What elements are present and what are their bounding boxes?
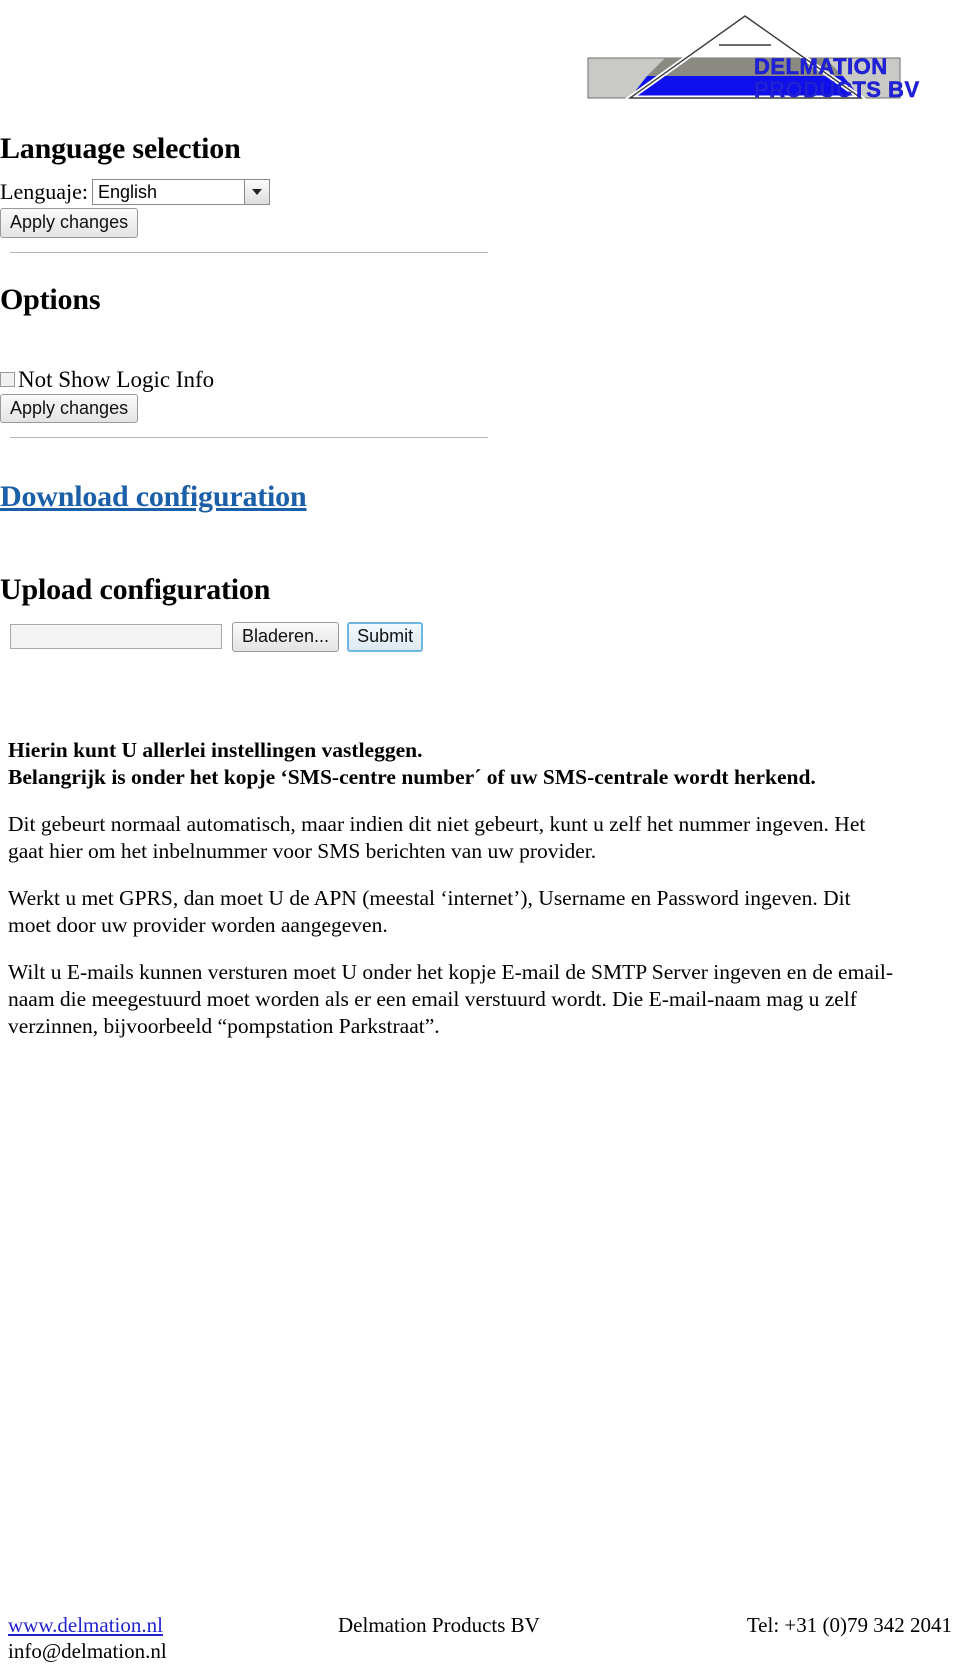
not-show-logic-info-row[interactable]: Not Show Logic Info xyxy=(0,368,520,391)
device-web-interface: Language selection Lenguaje: English App… xyxy=(0,132,520,652)
options-section: Options Not Show Logic Info Apply change… xyxy=(0,282,520,423)
footer-contact-block: www.delmation.nl info@delmation.nl xyxy=(8,1612,338,1664)
language-selection-heading: Language selection xyxy=(0,132,241,165)
apply-changes-language-button[interactable]: Apply changes xyxy=(0,208,139,238)
language-selection-section: Language selection Lenguaje: English App… xyxy=(0,132,520,238)
paragraph-1-line-1: Hierin kunt U allerlei instellingen vast… xyxy=(8,738,423,762)
not-show-logic-info-checkbox[interactable] xyxy=(0,371,15,387)
paragraph-1-line-2: Belangrijk is onder het kopje ‘SMS-centr… xyxy=(8,765,816,789)
options-apply-row: Apply changes xyxy=(0,391,520,423)
paragraph-4: Wilt u E-mails kunnen versturen moet U o… xyxy=(8,960,893,1038)
logo-company-line-2: PRODUCTS BV xyxy=(754,77,920,102)
paragraph-2: Dit gebeurt normaal automatisch, maar in… xyxy=(8,812,866,863)
footer-email-text: info@delmation.nl xyxy=(8,1639,167,1663)
logo-wordmark: DELMATION PRODUCTS BV xyxy=(754,54,920,102)
apply-changes-options-button[interactable]: Apply changes xyxy=(0,393,139,423)
upload-configuration-heading: Upload configuration xyxy=(0,573,271,606)
instructions-body: Hierin kunt U allerlei instellingen vast… xyxy=(8,737,898,1060)
section-divider-1 xyxy=(10,251,488,253)
language-field-label: Lenguaje: xyxy=(0,179,88,204)
submit-upload-button[interactable]: Submit xyxy=(347,622,424,652)
language-field-row: Lenguaje: English xyxy=(0,179,520,205)
language-select[interactable]: English xyxy=(91,179,270,205)
upload-configuration-section: Upload configuration Bladeren... Submit xyxy=(0,573,520,652)
chevron-down-icon[interactable] xyxy=(243,180,269,204)
logo-company-line-1: DELMATION xyxy=(754,54,888,79)
download-configuration-link[interactable]: Download configuration xyxy=(0,480,307,513)
not-show-logic-info-label: Not Show Logic Info xyxy=(18,366,215,392)
upload-file-row: Bladeren... Submit xyxy=(10,622,520,652)
language-select-value: English xyxy=(97,181,158,202)
page-footer: www.delmation.nl info@delmation.nl Delma… xyxy=(8,1612,952,1664)
download-configuration-section: Download configuration xyxy=(0,480,520,513)
company-logo-header: DELMATION PRODUCTS BV xyxy=(586,14,919,101)
footer-company-name: Delmation Products BV xyxy=(338,1613,540,1637)
paragraph-3: Werkt u met GPRS, dan moet U de APN (mee… xyxy=(8,886,851,937)
language-apply-row: Apply changes xyxy=(0,205,520,238)
upload-file-path-input[interactable] xyxy=(10,624,222,650)
browse-file-button[interactable]: Bladeren... xyxy=(232,622,340,652)
section-divider-2 xyxy=(10,437,488,438)
footer-phone-number: Tel: +31 (0)79 342 2041 xyxy=(746,1613,952,1637)
footer-website-link[interactable]: www.delmation.nl xyxy=(8,1612,338,1638)
options-heading: Options xyxy=(0,282,101,316)
